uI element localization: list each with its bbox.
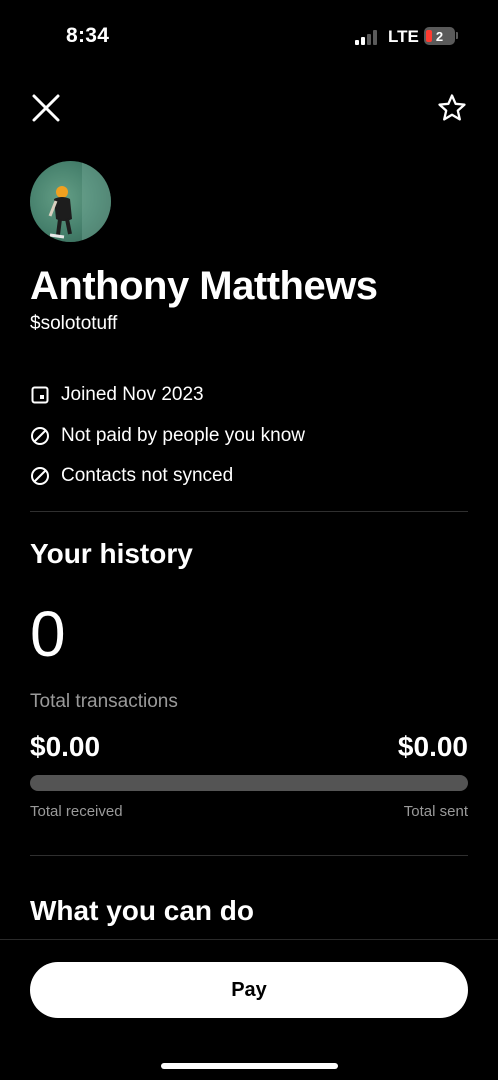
not-paid-text: Not paid by people you know: [61, 425, 305, 446]
prohibited-icon: [31, 467, 49, 485]
contacts-row: Contacts not synced: [30, 464, 233, 488]
favorite-button[interactable]: [436, 92, 468, 124]
received-label: Total received: [30, 803, 123, 820]
transactions-label: Total transactions: [30, 691, 178, 712]
joined-text: Joined Nov 2023: [61, 384, 204, 405]
history-bar: [30, 775, 468, 791]
not-paid-row: Not paid by people you know: [30, 424, 305, 448]
profile-name: Anthony Matthews: [30, 264, 378, 308]
home-indicator[interactable]: [161, 1063, 338, 1069]
close-icon: [32, 94, 60, 122]
sent-amount: $0.00: [397, 731, 468, 762]
signal-icon: [355, 29, 381, 45]
sent-label: Total sent: [403, 803, 468, 820]
battery-tip: [456, 32, 458, 39]
star-icon: [438, 94, 466, 121]
divider: [30, 855, 468, 856]
avatar: [30, 161, 111, 242]
received-amount: $0.00: [30, 731, 101, 762]
close-button[interactable]: [30, 92, 62, 124]
battery-level: 2: [435, 28, 444, 44]
status-time: 8:34: [66, 24, 110, 47]
actions-title: What you can do: [30, 895, 254, 926]
joined-row: Joined Nov 2023: [30, 383, 204, 407]
contacts-text: Contacts not synced: [61, 465, 234, 486]
calendar-icon: [31, 386, 49, 404]
prohibited-icon: [31, 427, 49, 445]
profile-handle: $solototuff: [30, 313, 118, 334]
pay-button[interactable]: Pay: [30, 962, 468, 1018]
battery-icon: 2: [424, 27, 455, 45]
transaction-count: 0: [30, 598, 66, 670]
footer-divider: [0, 939, 498, 940]
divider: [30, 511, 468, 512]
network-label: LTE: [388, 27, 419, 46]
history-title: Your history: [30, 538, 193, 569]
